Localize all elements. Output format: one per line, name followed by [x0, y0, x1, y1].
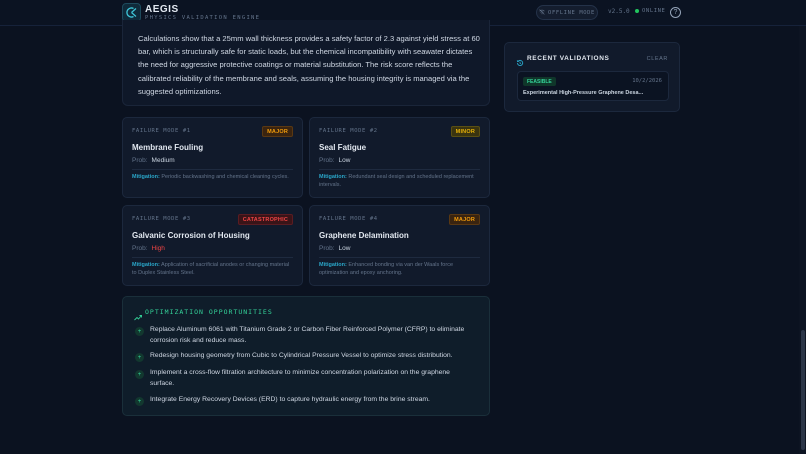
help-button[interactable]: ?: [670, 7, 681, 18]
trending-up-icon: [134, 308, 142, 326]
optimization-title: OPTIMIZATION OPPORTUNITIES: [145, 308, 273, 316]
failure-mode-title: Graphene Delamination: [319, 231, 409, 240]
offline-mode-button[interactable]: OFFLINE MODE: [536, 5, 598, 20]
validation-date: 10/2/2026: [632, 78, 662, 84]
severity-badge: CATASTROPHIC: [237, 214, 293, 225]
recent-validations-panel: RECENT VALIDATIONS CLEAR FEASIBLE 10/2/2…: [504, 42, 680, 112]
analysis-summary-panel: Calculations show that a 25mm wall thick…: [122, 20, 490, 106]
probability-label: Prob:: [132, 245, 148, 252]
failure-mode-label: FAILURE MODE #4: [319, 216, 378, 222]
mitigation: Mitigation: Periodic backwashing and che…: [132, 173, 292, 181]
failure-mode-title: Galvanic Corrosion of Housing: [132, 231, 250, 240]
optimization-panel: OPTIMIZATION OPPORTUNITIES + Replace Alu…: [122, 296, 490, 416]
optimization-item: + Integrate Energy Recovery Devices (ERD…: [135, 395, 475, 406]
question-circle-icon: ?: [673, 9, 678, 16]
probability-value: Low: [338, 157, 351, 164]
plus-icon: +: [135, 370, 144, 379]
mitigation-label: Mitigation:: [319, 174, 347, 180]
failure-mode-card: FAILURE MODE #3 CATASTROPHIC Galvanic Co…: [122, 205, 303, 286]
mitigation: Mitigation: Application of sacrificial a…: [132, 261, 292, 277]
optimization-item-text: Replace Aluminum 6061 with Titanium Grad…: [150, 326, 465, 344]
optimization-item-text: Integrate Energy Recovery Devices (ERD) …: [150, 396, 430, 403]
clear-history-button[interactable]: CLEAR: [647, 56, 668, 62]
offline-mode-label: OFFLINE MODE: [548, 9, 595, 16]
failure-mode-label: FAILURE MODE #1: [132, 128, 191, 134]
failure-mode-card: FAILURE MODE #4 MAJOR Graphene Delaminat…: [309, 205, 490, 286]
probability-label: Prob:: [132, 157, 148, 164]
mitigation-label: Mitigation:: [319, 262, 347, 268]
probability: Prob: Medium: [132, 157, 175, 164]
app-title: AEGIS: [145, 4, 179, 15]
status-badge: FEASIBLE: [523, 77, 556, 86]
history-icon: [516, 54, 524, 72]
plus-icon: +: [135, 353, 144, 362]
mitigation-label: Mitigation:: [132, 262, 160, 268]
probability-value: High: [151, 245, 165, 252]
plus-icon: +: [135, 397, 144, 406]
online-dot-icon: [635, 9, 639, 13]
optimization-item: + Redesign housing geometry from Cubic t…: [135, 351, 475, 362]
validation-name: Experimental High-Pressure Graphene Desa…: [523, 90, 644, 96]
plus-icon: +: [135, 327, 144, 336]
failure-mode-card: FAILURE MODE #2 MINOR Seal Fatigue Prob:…: [309, 117, 490, 198]
probability: Prob: Low: [319, 245, 350, 252]
failure-mode-label: FAILURE MODE #3: [132, 216, 191, 222]
status-indicator: ONLINE: [635, 8, 665, 14]
probability-value: Medium: [151, 157, 175, 164]
severity-badge: MAJOR: [262, 126, 293, 137]
optimization-item: + Replace Aluminum 6061 with Titanium Gr…: [135, 325, 475, 346]
failure-mode-title: Membrane Fouling: [132, 143, 204, 152]
analysis-summary-text: Calculations show that a 25mm wall thick…: [138, 34, 480, 96]
mitigation: Mitigation: Enhanced bonding via van der…: [319, 261, 479, 277]
scrollbar-thumb[interactable]: [801, 330, 805, 450]
probability-label: Prob:: [319, 157, 335, 164]
severity-badge: MAJOR: [449, 214, 480, 225]
failure-mode-title: Seal Fatigue: [319, 143, 367, 152]
divider: [132, 169, 293, 170]
status-label: ONLINE: [642, 8, 666, 14]
probability: Prob: Low: [319, 157, 350, 164]
divider: [319, 169, 480, 170]
optimization-item-text: Redesign housing geometry from Cubic to …: [150, 352, 453, 359]
severity-badge: MINOR: [450, 126, 480, 137]
recent-validations-title: RECENT VALIDATIONS: [527, 55, 610, 62]
probability-value: Low: [338, 245, 351, 252]
failure-mode-card: FAILURE MODE #1 MAJOR Membrane Fouling P…: [122, 117, 303, 198]
failure-mode-label: FAILURE MODE #2: [319, 128, 378, 134]
version-label: v2.5.0: [608, 8, 630, 15]
divider: [319, 257, 480, 258]
mitigation-text: Periodic backwashing and chemical cleani…: [161, 174, 289, 180]
divider: [132, 257, 293, 258]
probability-label: Prob:: [319, 245, 335, 252]
mitigation: Mitigation: Redundant seal design and sc…: [319, 173, 479, 189]
mitigation-label: Mitigation:: [132, 174, 160, 180]
recent-validation-item[interactable]: FEASIBLE 10/2/2026 Experimental High-Pre…: [517, 71, 669, 101]
optimization-item: + Implement a cross-flow filtration arch…: [135, 368, 475, 389]
wifi-off-icon: [539, 8, 545, 17]
optimization-item-text: Implement a cross-flow filtration archit…: [150, 369, 450, 387]
probability: Prob: High: [132, 245, 165, 252]
